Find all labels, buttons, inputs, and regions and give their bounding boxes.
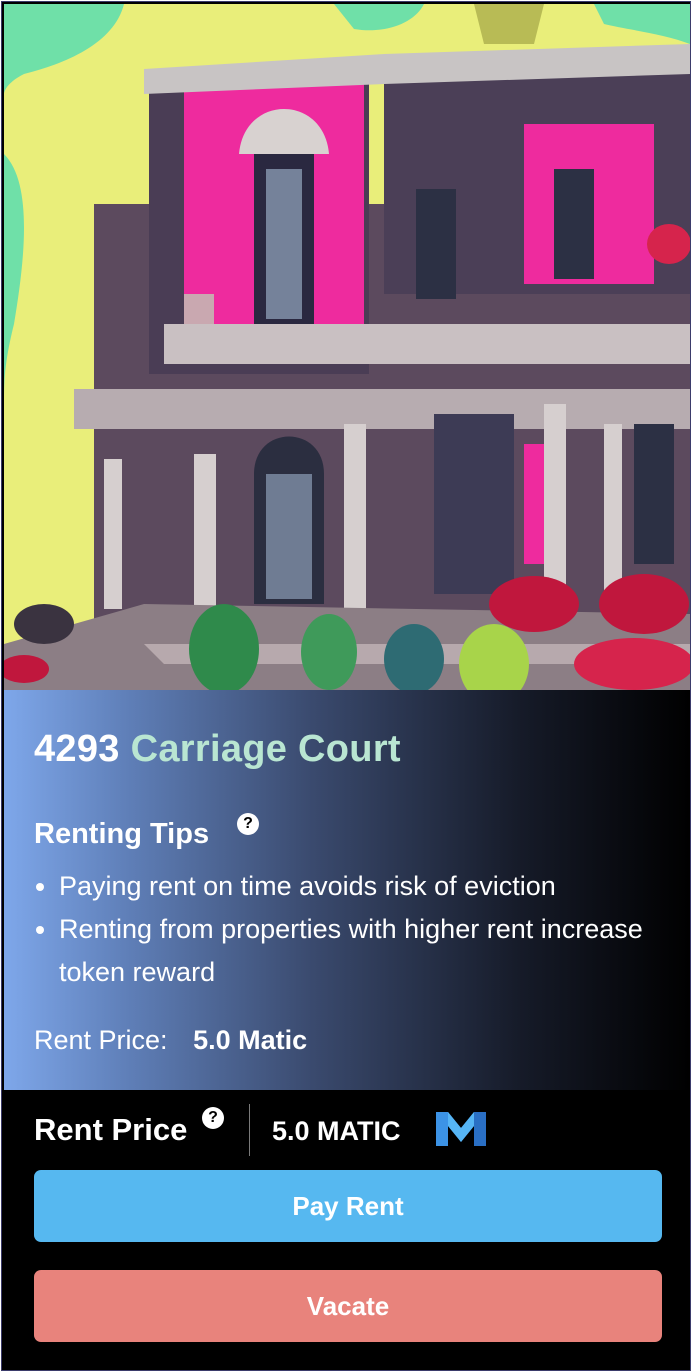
property-image xyxy=(4,4,690,690)
rent-actions: Rent Price ? 5.0 MATIC Pay Rent Vacate xyxy=(4,1090,690,1370)
matic-logo-icon xyxy=(436,1112,486,1146)
rent-price-heading: Rent Price xyxy=(34,1112,188,1147)
list-item: Paying rent on time avoids risk of evict… xyxy=(34,865,654,908)
address-street: Carriage Court xyxy=(130,728,401,770)
pay-rent-button[interactable]: Pay Rent xyxy=(34,1170,662,1242)
property-card: 4293 Carriage Court Renting Tips ? Payin… xyxy=(1,1,691,1371)
vacate-button[interactable]: Vacate xyxy=(34,1270,662,1342)
victorian-house-illustration xyxy=(4,4,690,690)
question-mark-icon[interactable]: ? xyxy=(202,1107,224,1129)
address-number: 4293 xyxy=(34,728,120,770)
property-info-panel: 4293 Carriage Court Renting Tips ? Payin… xyxy=(4,690,690,1090)
rent-amount: 5.0 MATIC xyxy=(272,1116,401,1146)
question-mark-icon[interactable]: ? xyxy=(237,813,259,835)
renting-tips-list: Paying rent on time avoids risk of evict… xyxy=(34,865,654,994)
rent-price-value: 5.0 Matic xyxy=(193,1025,308,1055)
property-address: 4293 Carriage Court xyxy=(34,728,401,771)
list-item: Renting from properties with higher rent… xyxy=(34,908,654,994)
divider xyxy=(249,1104,250,1156)
rent-price-label: Rent Price: xyxy=(34,1025,168,1055)
renting-tips-title: Renting Tips xyxy=(34,818,210,850)
rent-price-summary: Rent Price: 5.0 Matic xyxy=(34,1025,307,1056)
